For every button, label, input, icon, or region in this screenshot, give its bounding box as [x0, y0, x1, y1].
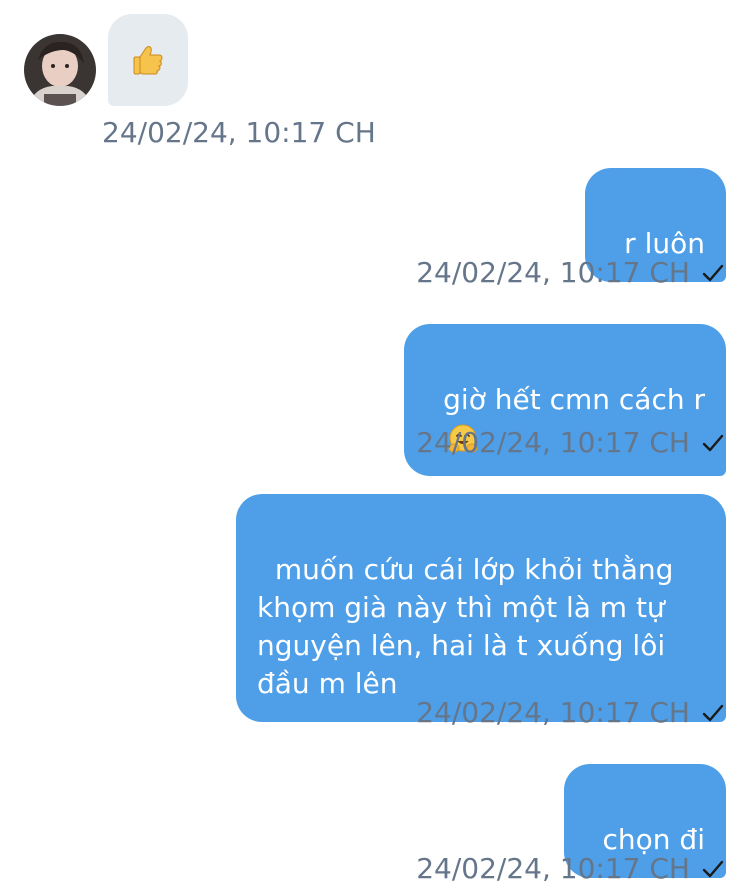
check-icon — [702, 860, 724, 878]
check-icon — [702, 264, 724, 282]
message-meta: 24/02/24, 10:17 CH — [416, 256, 726, 290]
message-timestamp: 24/02/24, 10:17 CH — [102, 116, 376, 149]
message-meta: 24/02/24, 10:17 CH — [416, 852, 726, 886]
check-icon — [702, 434, 724, 452]
message-timestamp: 24/02/24, 10:17 CH — [416, 256, 690, 289]
outgoing-message-bubble[interactable]: muốn cứu cái lớp khỏi thằng khọm già này… — [236, 494, 726, 722]
avatar-photo — [24, 34, 96, 106]
incoming-message-bubble[interactable] — [108, 14, 188, 106]
message-meta: 24/02/24, 10:17 CH — [416, 426, 726, 460]
message-timestamp: 24/02/24, 10:17 CH — [416, 426, 690, 459]
check-icon — [702, 704, 724, 722]
thumbs-up-emoji-icon — [133, 46, 163, 75]
message-timestamp: 24/02/24, 10:17 CH — [416, 852, 690, 885]
avatar[interactable] — [24, 34, 96, 106]
message-meta: 24/02/24, 10:17 CH — [416, 696, 726, 730]
message-text: giờ hết cmn cách r — [443, 383, 705, 416]
message-text: muốn cứu cái lớp khỏi thằng khọm già này… — [257, 553, 674, 700]
message-timestamp: 24/02/24, 10:17 CH — [416, 696, 690, 729]
